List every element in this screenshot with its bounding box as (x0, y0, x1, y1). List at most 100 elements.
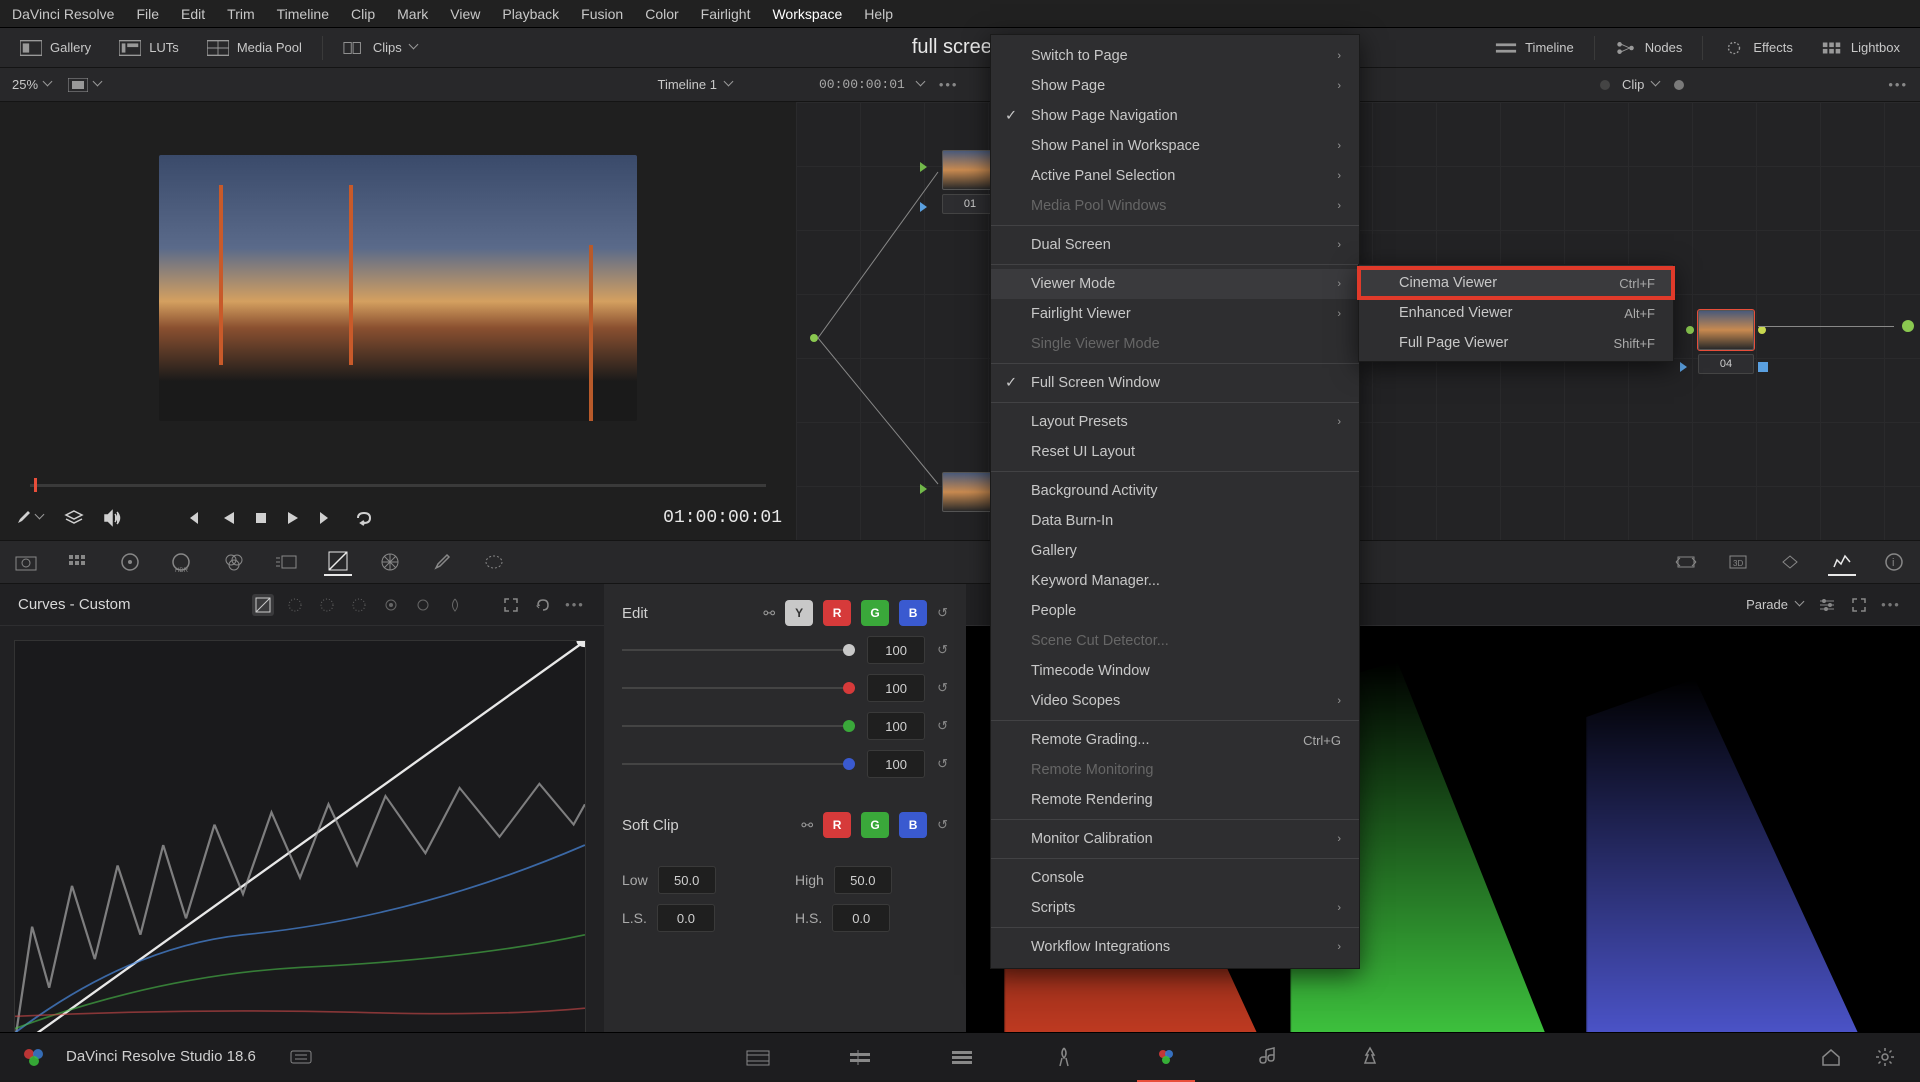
curves-graph[interactable] (0, 626, 600, 1064)
key-icon[interactable] (1672, 548, 1700, 576)
reset-icon[interactable]: ↺ (937, 605, 948, 621)
menu-item-video-scopes[interactable]: Video Scopes› (991, 686, 1359, 716)
menu-item-timecode-window[interactable]: Timecode Window (991, 656, 1359, 686)
window-icon[interactable] (480, 548, 508, 576)
submenu-item-enhanced-viewer[interactable]: Enhanced ViewerAlt+F (1359, 298, 1673, 328)
menu-item-show-page-navigation[interactable]: ✓Show Page Navigation (991, 101, 1359, 131)
timeline-dropdown[interactable]: Timeline 1 (658, 77, 735, 92)
scopes-icon[interactable] (1828, 548, 1856, 576)
effects-button[interactable]: Effects (1713, 36, 1803, 60)
intensity-value[interactable]: 100 (867, 750, 925, 778)
fairlight-page-icon[interactable] (1253, 1042, 1283, 1072)
menu-item-people[interactable]: People (991, 596, 1359, 626)
node-connector-icon[interactable] (1686, 326, 1694, 334)
hdr-wheels-icon[interactable]: HDR (168, 548, 196, 576)
keyboard-icon[interactable] (290, 1048, 312, 1066)
menu-color[interactable]: Color (645, 6, 678, 22)
lightbox-button[interactable]: Lightbox (1811, 36, 1910, 60)
motion-effects-icon[interactable] (272, 548, 300, 576)
intensity-y-slider[interactable]: 100 ↺ (622, 636, 948, 664)
reset-icon[interactable]: ↺ (937, 817, 948, 833)
submenu-item-full-page-viewer[interactable]: Full Page ViewerShift+F (1359, 328, 1673, 358)
blur-icon[interactable] (1776, 548, 1804, 576)
hs-value[interactable]: 0.0 (832, 904, 890, 932)
play-icon[interactable] (286, 510, 300, 526)
menu-fairlight[interactable]: Fairlight (701, 6, 751, 22)
menu-item-monitor-calibration[interactable]: Monitor Calibration› (991, 824, 1359, 854)
qualifier-icon[interactable] (428, 548, 456, 576)
hue-vs-sat-icon[interactable] (316, 594, 338, 616)
submenu-item-cinema-viewer[interactable]: Cinema ViewerCtrl+F (1359, 268, 1673, 298)
chevron-down-icon[interactable] (917, 80, 927, 90)
menu-item-keyword-manager-[interactable]: Keyword Manager... (991, 566, 1359, 596)
timeline-button[interactable]: Timeline (1485, 36, 1584, 60)
more-icon[interactable]: ••• (564, 594, 586, 616)
menu-item-scripts[interactable]: Scripts› (991, 893, 1359, 923)
menu-playback[interactable]: Playback (502, 6, 559, 22)
menu-clip[interactable]: Clip (351, 6, 375, 22)
fusion-page-icon[interactable] (1049, 1042, 1079, 1072)
channel-g-button[interactable]: G (861, 812, 889, 838)
lum-vs-sat-icon[interactable] (380, 594, 402, 616)
curves-icon[interactable] (324, 548, 352, 576)
menu-item-layout-presets[interactable]: Layout Presets› (991, 407, 1359, 437)
intensity-value[interactable]: 100 (867, 712, 925, 740)
reset-icon[interactable]: ↺ (937, 642, 948, 658)
menu-file[interactable]: File (136, 6, 159, 22)
reset-icon[interactable]: ↺ (937, 718, 948, 734)
node-output-icon[interactable] (1902, 320, 1914, 332)
node-connector-icon[interactable] (1758, 362, 1768, 372)
mediapool-button[interactable]: Media Pool (197, 36, 312, 60)
menu-item-remote-rendering[interactable]: Remote Rendering (991, 785, 1359, 815)
intensity-g-slider[interactable]: 100 ↺ (622, 712, 948, 740)
menu-mark[interactable]: Mark (397, 6, 428, 22)
sat-vs-lum-icon[interactable] (444, 594, 466, 616)
playhead-icon[interactable] (34, 478, 37, 492)
menu-item-full-screen-window[interactable]: ✓Full Screen Window (991, 368, 1359, 398)
menu-help[interactable]: Help (864, 6, 893, 22)
menu-item-console[interactable]: Console (991, 863, 1359, 893)
channel-b-button[interactable]: B (899, 600, 927, 626)
expand-icon[interactable] (1848, 594, 1870, 616)
hue-vs-lum-icon[interactable] (348, 594, 370, 616)
menu-workspace[interactable]: Workspace (772, 6, 842, 22)
channel-r-button[interactable]: R (823, 812, 851, 838)
menu-item-reset-ui-layout[interactable]: Reset UI Layout (991, 437, 1359, 467)
loop-icon[interactable] (354, 510, 374, 526)
scrub-bar[interactable] (0, 474, 796, 496)
menu-item-remote-grading-[interactable]: Remote Grading...Ctrl+G (991, 725, 1359, 755)
channel-b-button[interactable]: B (899, 812, 927, 838)
ls-value[interactable]: 0.0 (657, 904, 715, 932)
node-input-icon[interactable] (810, 334, 818, 342)
eyedropper-icon[interactable] (14, 509, 46, 527)
node-04[interactable]: 04 (1698, 310, 1754, 374)
intensity-value[interactable]: 100 (867, 674, 925, 702)
expand-icon[interactable] (500, 594, 522, 616)
intensity-value[interactable]: 100 (867, 636, 925, 664)
media-page-icon[interactable] (743, 1042, 773, 1072)
menu-item-dual-screen[interactable]: Dual Screen› (991, 230, 1359, 260)
menu-item-data-burn-in[interactable]: Data Burn-In (991, 506, 1359, 536)
reset-icon[interactable]: ↺ (937, 680, 948, 696)
sat-vs-sat-icon[interactable] (412, 594, 434, 616)
view-mode-dropdown[interactable] (68, 78, 104, 92)
menu-view[interactable]: View (450, 6, 480, 22)
menu-item-show-panel-in-workspace[interactable]: Show Panel in Workspace› (991, 131, 1359, 161)
menu-item-background-activity[interactable]: Background Activity (991, 476, 1359, 506)
channel-y-button[interactable]: Y (785, 600, 813, 626)
menu-item-gallery[interactable]: Gallery (991, 536, 1359, 566)
custom-curve-icon[interactable] (252, 594, 274, 616)
gallery-button[interactable]: Gallery (10, 36, 101, 60)
color-page-icon[interactable] (1151, 1042, 1181, 1072)
high-value[interactable]: 50.0 (834, 866, 892, 894)
color-wheels-icon[interactable] (116, 548, 144, 576)
reset-icon[interactable] (532, 594, 554, 616)
zoom-dropdown[interactable]: 25% (12, 77, 54, 92)
reverse-icon[interactable] (222, 510, 236, 526)
stop-icon[interactable] (254, 511, 268, 525)
clips-button[interactable]: Clips (333, 36, 430, 60)
info-icon[interactable]: i (1880, 548, 1908, 576)
link-icon[interactable]: ⚯ (763, 605, 775, 622)
edit-page-icon[interactable] (947, 1042, 977, 1072)
more-icon[interactable]: ••• (1880, 594, 1902, 616)
